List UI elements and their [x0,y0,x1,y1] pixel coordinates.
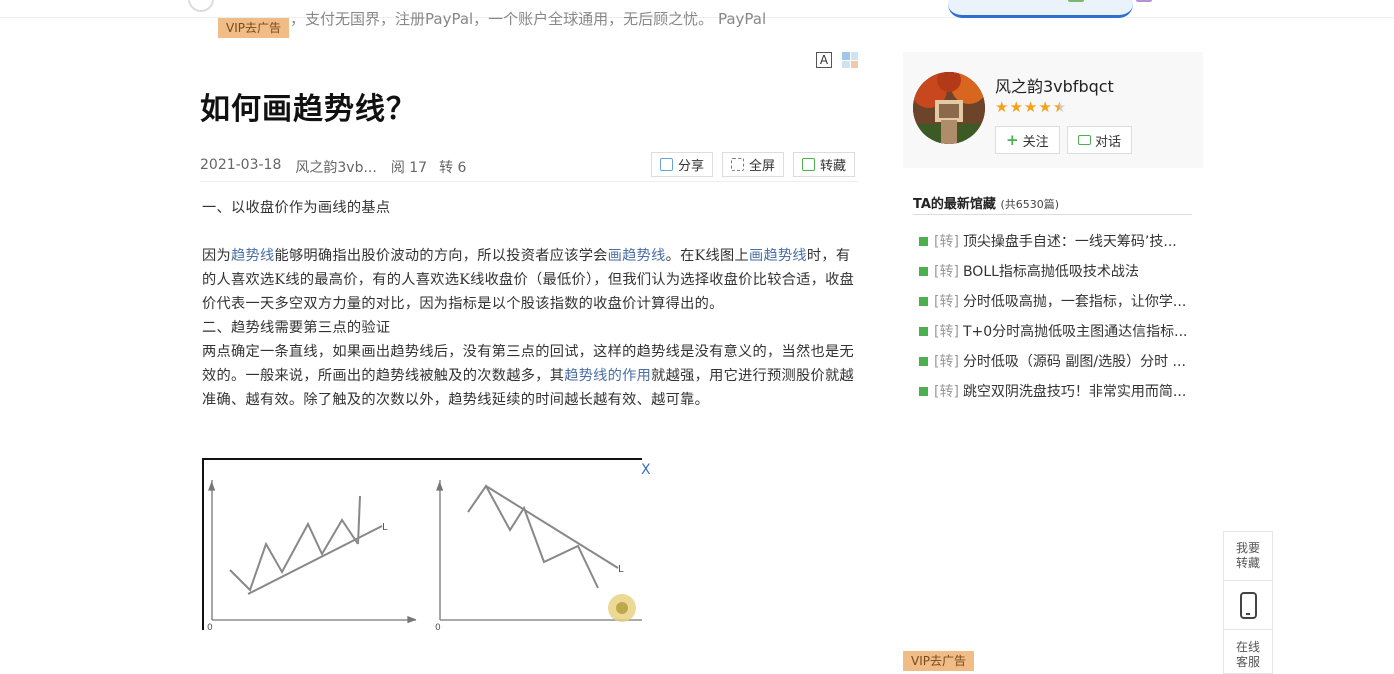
plus-icon: + [1006,131,1019,149]
save-button[interactable]: 转藏 [793,152,856,177]
save-icon [802,158,815,171]
my-collection-label: 我要 转藏 [1235,541,1260,570]
chat-icon [1078,135,1091,145]
star-icon: ★ [1023,98,1038,116]
meta-divider [200,181,858,182]
uptrend-trendline [247,525,383,595]
recent-list: [转] 顶尖操盘手自述：一线天筹码’技... [转] BOLL指标高抛低吸技术战法 … [919,226,1189,406]
banner-green-icon [1068,0,1084,2]
avatar-image [913,72,985,144]
downtrend-trendline [485,485,619,569]
fullscreen-button[interactable]: 全屏 [722,152,785,177]
bullet-icon [919,386,928,396]
font-size-icon[interactable]: A [816,52,832,68]
link-draw-trendline-2[interactable]: 画趋势线 [749,248,807,264]
online-service-button[interactable]: 在线 客服 [1224,630,1272,674]
bullet-icon [919,356,928,366]
vip-remove-ads-sidebar[interactable]: VIP去广告 [903,651,974,671]
paragraph-heading-2: 二、趋势线需要第三点的验证 [202,320,391,336]
my-collection-button[interactable]: 我要 转藏 [1224,532,1272,581]
article-body: 一、以收盘价作为画线的基点 因为趋势线能够明确指出股价波动的方向，所以投资者应该… [202,196,858,412]
rating-stars: ★ ★ ★ ★ ★ [995,99,1066,115]
share-icon [660,158,673,171]
link-trendline[interactable]: 趋势线 [231,248,274,264]
star-icon: ★ [1009,98,1023,116]
trendline-figure: L L 0 0 [202,458,642,630]
left-y-arrow [208,481,215,491]
share-button[interactable]: 分享 [651,152,714,177]
phone-icon [1239,591,1257,619]
list-item[interactable]: [转] BOLL指标高抛低吸技术战法 [919,256,1189,286]
article-date: 2021-03-18 [200,157,282,173]
recent-title-text: TA的最新馆藏 [913,197,996,212]
star-icon: ★ [995,98,1009,116]
page-title: 如何画趋势线？ [200,92,417,127]
banner-logo-icon [188,0,214,12]
author-profile-card: 风之韵3vbfbqct ★ ★ ★ ★ ★ + 关注 对话 [903,52,1203,168]
follow-button[interactable]: + 关注 [995,126,1060,154]
bullet-icon [919,326,928,336]
banner-pill-button[interactable] [948,0,1133,18]
trendline-diagram: L L 0 0 [207,480,642,630]
figure-close-button[interactable]: X [641,462,651,478]
banner-ad-text[interactable]: ，支付无国界，注册PayPal，一个账户全球通用，无后顾之忧。 PayPal [290,8,766,29]
uptrend-label: L [382,522,388,533]
list-item[interactable]: [转] T+0分时高抛低吸主图通达信指标... [919,316,1189,346]
uptrend-price-line [229,518,359,592]
recent-collection-heading: TA的最新馆藏 (共6530篇) [913,193,1059,212]
list-item[interactable]: [转] 分时低吸高抛，一套指标，让你学... [919,286,1189,316]
chat-button[interactable]: 对话 [1067,126,1133,154]
article-meta: 2021-03-18 风之韵3vb... 阅 17 转 6 [200,157,466,177]
list-item[interactable]: [转] 跳空双阴洗盘技巧！非常实用而简... [919,376,1189,406]
left-origin-label: 0 [207,623,213,630]
recent-divider [913,214,1192,215]
link-draw-trendline[interactable]: 画趋势线 [608,248,666,264]
recent-count: (共6530篇) [1000,198,1060,211]
article-author[interactable]: 风之韵3vb... [295,157,376,177]
paragraph-2: 因为趋势线能够明确指出股价波动的方向，所以投资者应该学会画趋势线。在K线图上画趋… [202,248,855,312]
link-trendline-effect[interactable]: 趋势线的作用 [564,368,651,384]
floating-toolbar: 我要 转藏 在线 客服 [1223,531,1273,674]
fullscreen-icon [731,158,744,171]
follow-label: 关注 [1022,134,1049,150]
mobile-button[interactable] [1224,581,1272,630]
left-x-arrow [407,616,417,623]
list-item[interactable]: [转] 分时低吸（源码 副图/选股）分时 ... [919,346,1189,376]
article-reads: 阅 17 [390,160,428,176]
paragraph-4: 两点确定一条直线，如果画出趋势线后，没有第三点的回试，这样的趋势线是没有意义的，… [202,344,854,408]
paragraph-heading-1: 一、以收盘价作为画线的基点 [202,200,391,216]
bullet-icon [919,296,928,306]
right-y-arrow [436,481,443,491]
star-icon: ★ [1038,98,1052,116]
username[interactable]: 风之韵3vbfbqct [995,73,1114,97]
downtrend-price-line [467,484,599,589]
online-service-label: 在线 客服 [1235,639,1260,669]
save-label: 转藏 [820,159,847,174]
fullscreen-label: 全屏 [749,159,776,174]
right-origin-label: 0 [435,623,441,630]
font-tools: A [816,52,858,68]
article-reposts: 转 6 [439,160,467,176]
half-star-icon: ★ [1052,98,1067,116]
vip-remove-ads-top[interactable]: VIP去广告 [218,18,289,38]
downtrend-label: L [618,564,624,575]
avatar[interactable] [913,72,985,144]
share-label: 分享 [678,159,705,174]
banner-purple-icon [1136,0,1152,2]
theme-color-icon[interactable] [842,52,858,68]
bullet-icon [919,236,928,246]
list-item[interactable]: [转] 顶尖操盘手自述：一线天筹码’技... [919,226,1189,256]
watermark-logo [608,594,636,622]
top-banner: ，支付无国界，注册PayPal，一个账户全球通用，无后顾之忧。 PayPal [0,0,1394,28]
chat-label: 对话 [1095,134,1122,150]
bullet-icon [919,266,928,276]
